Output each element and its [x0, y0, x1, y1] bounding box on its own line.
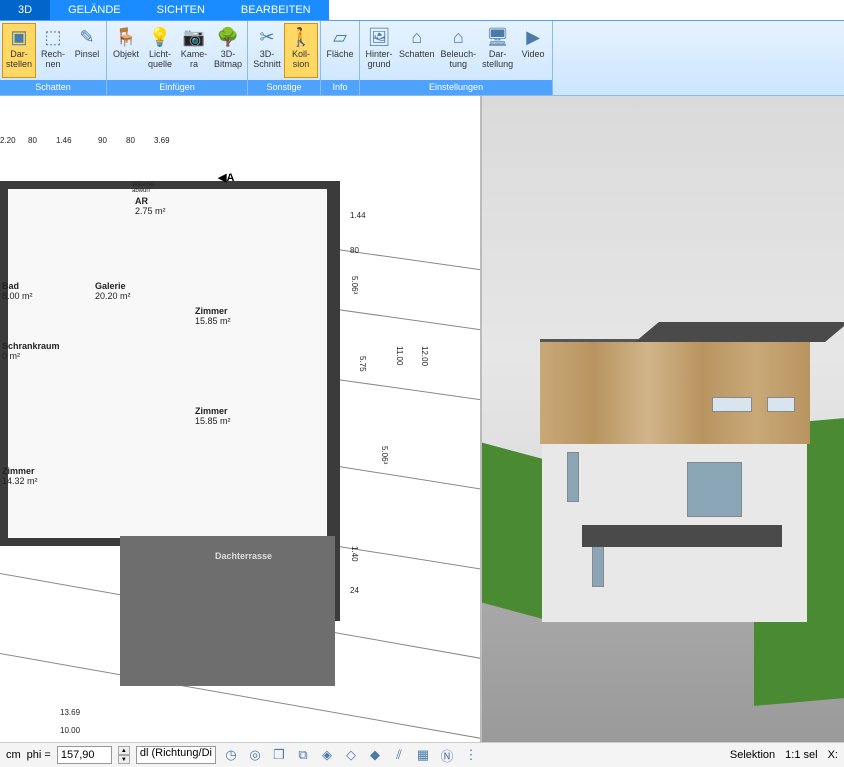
tree-icon: 🌳 — [216, 25, 240, 49]
kamera-button[interactable]: 📷Kame- ra — [177, 23, 211, 78]
coord-label: X: — [828, 749, 838, 761]
screen-icon: 🖥 — [486, 25, 510, 49]
north-icon[interactable]: Ⓝ — [438, 746, 456, 764]
ribbon-group-einstellungen: 🖼Hinter- grund ⌂Schatten ⌂Beleuch- tung … — [360, 21, 553, 95]
house-icon: ⌂ — [405, 25, 429, 49]
selection-label: Selektion — [730, 749, 775, 761]
cube-icon: ▣ — [7, 25, 31, 49]
group-label: Sonstige — [248, 80, 320, 95]
snap1-icon[interactable]: ◈ — [318, 746, 336, 764]
phi-spinner[interactable]: ▲▼ — [118, 746, 130, 764]
dim-value: 80 — [126, 136, 154, 154]
dim-value: 24 — [350, 586, 359, 595]
dim-value: 1.40 — [350, 546, 359, 562]
group-label: Einfügen — [107, 80, 247, 95]
status-bar: cm phi = ▲▼ dl (Richtung/Di ◷ ◎ ❐ ⧉ ◈ ◇ … — [0, 742, 844, 767]
play-icon: ▶ — [521, 25, 545, 49]
bulb-icon: 💡 — [148, 25, 172, 49]
bitmap-button[interactable]: 🌳3D- Bitmap — [211, 23, 245, 78]
brush-icon: ✎ — [75, 25, 99, 49]
video-button[interactable]: ▶Video — [516, 23, 550, 78]
ribbon-toolbar: ▣ Dar- stellen ⬚ Rech- nen ✎ Pinsel Scha… — [0, 21, 844, 96]
layers-icon[interactable]: ❐ — [270, 746, 288, 764]
group-label: Einstellungen — [360, 80, 552, 95]
phi-label: phi = — [27, 749, 51, 761]
hintergrund-button[interactable]: 🖼Hinter- grund — [362, 23, 396, 78]
kollision-button[interactable]: 🚶Koll- sion — [284, 23, 318, 78]
dim-value: 2.20 — [0, 136, 28, 154]
tab-bearbeiten[interactable]: BEARBEITEN — [223, 0, 329, 20]
cubes-icon: ⬚ — [41, 25, 65, 49]
tab-gelaende[interactable]: GELÄNDE — [50, 0, 139, 20]
clock-icon[interactable]: ◷ — [222, 746, 240, 764]
objekt-button[interactable]: 🪑Objekt — [109, 23, 143, 78]
ribbon-group-schatten: ▣ Dar- stellen ⬚ Rech- nen ✎ Pinsel Scha… — [0, 21, 107, 95]
schnitt-button[interactable]: ✂3D- Schnitt — [250, 23, 284, 78]
group-label: Schatten — [0, 80, 106, 95]
dim-value: 1.46 — [56, 136, 98, 154]
person-icon: 🚶 — [289, 25, 313, 49]
dim-value: 1.44 — [350, 211, 366, 220]
image-icon: 🖼 — [367, 25, 391, 49]
pinsel-button[interactable]: ✎ Pinsel — [70, 23, 104, 78]
ribbon-group-einfuegen: 🪑Objekt 💡Licht- quelle 📷Kame- ra 🌳3D- Bi… — [107, 21, 248, 95]
schatten-settings-button[interactable]: ⌂Schatten — [396, 23, 438, 78]
phi-input[interactable] — [57, 746, 112, 764]
lichtquelle-button[interactable]: 💡Licht- quelle — [143, 23, 177, 78]
dim-value: 11.00 — [395, 346, 404, 365]
main-tabs: 3D GELÄNDE SICHTEN BEARBEITEN — [0, 0, 844, 21]
flaeche-button[interactable]: ▱Fläche — [323, 23, 357, 78]
room-label: Schrankraum0 m² — [2, 341, 60, 361]
room-label: Dachterrasse — [215, 551, 272, 561]
room-label: AR2.75 m² — [135, 196, 166, 216]
copy-icon[interactable]: ⧉ — [294, 746, 312, 764]
dim-value: 10.00 — [60, 726, 80, 735]
darstellen-button[interactable]: ▣ Dar- stellen — [2, 23, 36, 78]
beleuchtung-button[interactable]: ⌂Beleuch- tung — [438, 23, 480, 78]
ribbon-group-info: ▱Fläche Info — [321, 21, 360, 95]
group-label: Info — [321, 80, 359, 95]
chair-icon: 🪑 — [114, 25, 138, 49]
grid-icon[interactable]: ▦ — [414, 746, 432, 764]
snap3-icon[interactable]: ◆ — [366, 746, 384, 764]
section-marker: ◀A — [218, 171, 234, 184]
target-icon[interactable]: ◎ — [246, 746, 264, 764]
darstellung-button[interactable]: 🖥Dar- stellung — [479, 23, 516, 78]
dim-value: 12.00 — [420, 346, 429, 366]
workspace: 2.20 80 1.46 90 80 3.69 1.44 80 5.06³ 5.… — [0, 96, 844, 742]
snap2-icon[interactable]: ◇ — [342, 746, 360, 764]
dim-value: 80 — [28, 136, 56, 154]
room-label: Galerie20.20 m² — [95, 281, 131, 301]
dim-value: 3.69 — [154, 136, 380, 154]
unit-label: cm — [6, 749, 21, 761]
rechnen-button[interactable]: ⬚ Rech- nen — [36, 23, 70, 78]
area-icon: ▱ — [328, 25, 352, 49]
tab-sichten[interactable]: SICHTEN — [139, 0, 223, 20]
dim-value: 5.06³ — [350, 276, 359, 294]
more-icon[interactable]: ⋮ — [462, 746, 480, 764]
parallel-icon[interactable]: ⫽ — [390, 746, 408, 764]
scale-label: 1:1 sel — [785, 749, 817, 761]
dim-value: 5.75 — [358, 356, 367, 372]
room-label: Bad8.00 m² — [2, 281, 33, 301]
room-label: Zimmer15.85 m² — [195, 306, 231, 326]
dim-value: 5.06³ — [380, 446, 389, 464]
ribbon-group-sonstige: ✂3D- Schnitt 🚶Koll- sion Sonstige — [248, 21, 321, 95]
dim-value: 80 — [350, 246, 359, 255]
3d-viewport[interactable] — [482, 96, 844, 742]
camera-icon: 📷 — [182, 25, 206, 49]
dim-value: 90 — [98, 136, 126, 154]
house-icon: ⌂ — [446, 25, 470, 49]
tab-3d[interactable]: 3D — [0, 0, 50, 20]
section-icon: ✂ — [255, 25, 279, 49]
direction-dropdown[interactable]: dl (Richtung/Di — [136, 746, 216, 764]
dim-value: 13.69 — [60, 708, 80, 717]
room-label: Zimmer15.85 m² — [195, 406, 231, 426]
floorplan-viewport[interactable]: 2.20 80 1.46 90 80 3.69 1.44 80 5.06³ 5.… — [0, 96, 482, 742]
room-label: Zimmer14.32 m² — [2, 466, 38, 486]
room-label: Wäsche- abwurf — [132, 182, 156, 194]
